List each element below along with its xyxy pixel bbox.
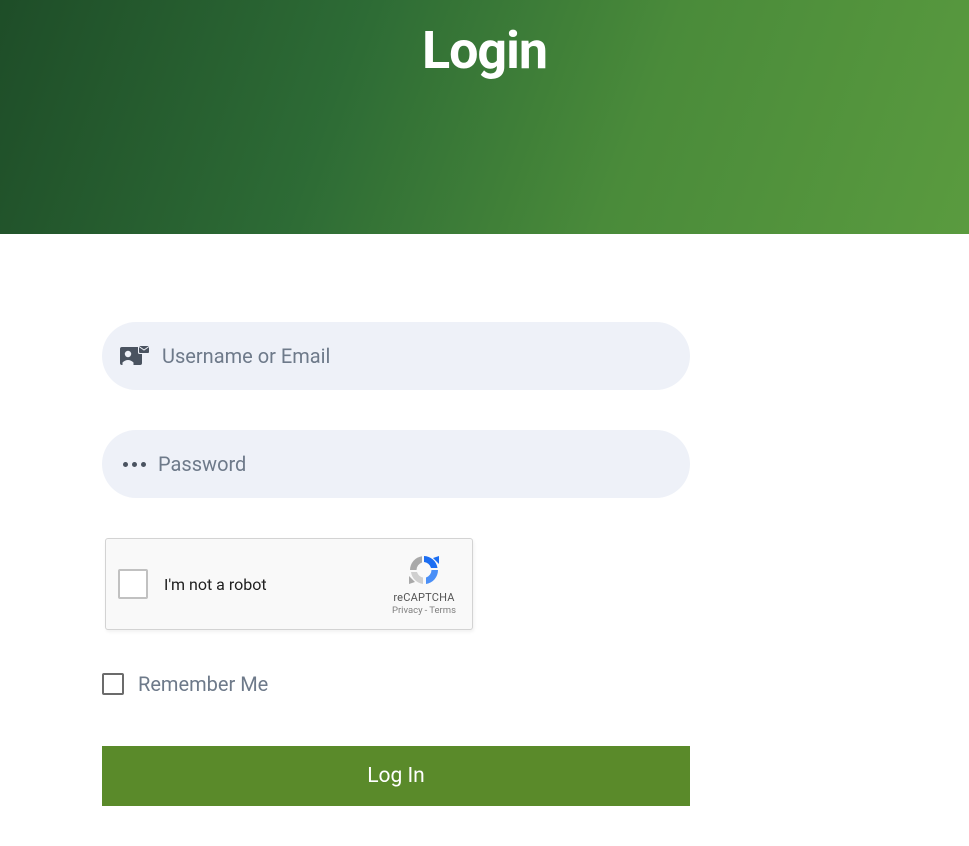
recaptcha-links: Privacy-Terms — [392, 605, 456, 616]
remember-me-label: Remember Me — [138, 672, 268, 696]
remember-me-checkbox[interactable] — [102, 673, 124, 695]
contact-card-icon — [120, 345, 150, 367]
hero-banner: Login — [0, 0, 969, 234]
recaptcha-logo-icon — [404, 552, 444, 588]
login-form: I'm not a robot reCAPTCHA Privacy-Terms … — [0, 234, 969, 806]
recaptcha-widget: I'm not a robot reCAPTCHA Privacy-Terms — [105, 538, 473, 630]
recaptcha-brand-text: reCAPTCHA — [393, 591, 454, 604]
password-dots-icon — [123, 462, 146, 467]
recaptcha-privacy-link[interactable]: Privacy — [392, 605, 423, 616]
recaptcha-terms-link[interactable]: Terms — [429, 605, 456, 616]
recaptcha-checkbox[interactable] — [118, 569, 148, 599]
username-field-wrap — [102, 322, 690, 390]
page-title: Login — [422, 20, 547, 81]
password-input[interactable] — [158, 452, 672, 476]
recaptcha-branding: reCAPTCHA Privacy-Terms — [392, 552, 460, 616]
login-button[interactable]: Log In — [102, 746, 690, 806]
recaptcha-label: I'm not a robot — [164, 575, 392, 594]
password-field-wrap — [102, 430, 690, 498]
remember-me-row: Remember Me — [102, 672, 969, 696]
username-input[interactable] — [162, 344, 672, 368]
